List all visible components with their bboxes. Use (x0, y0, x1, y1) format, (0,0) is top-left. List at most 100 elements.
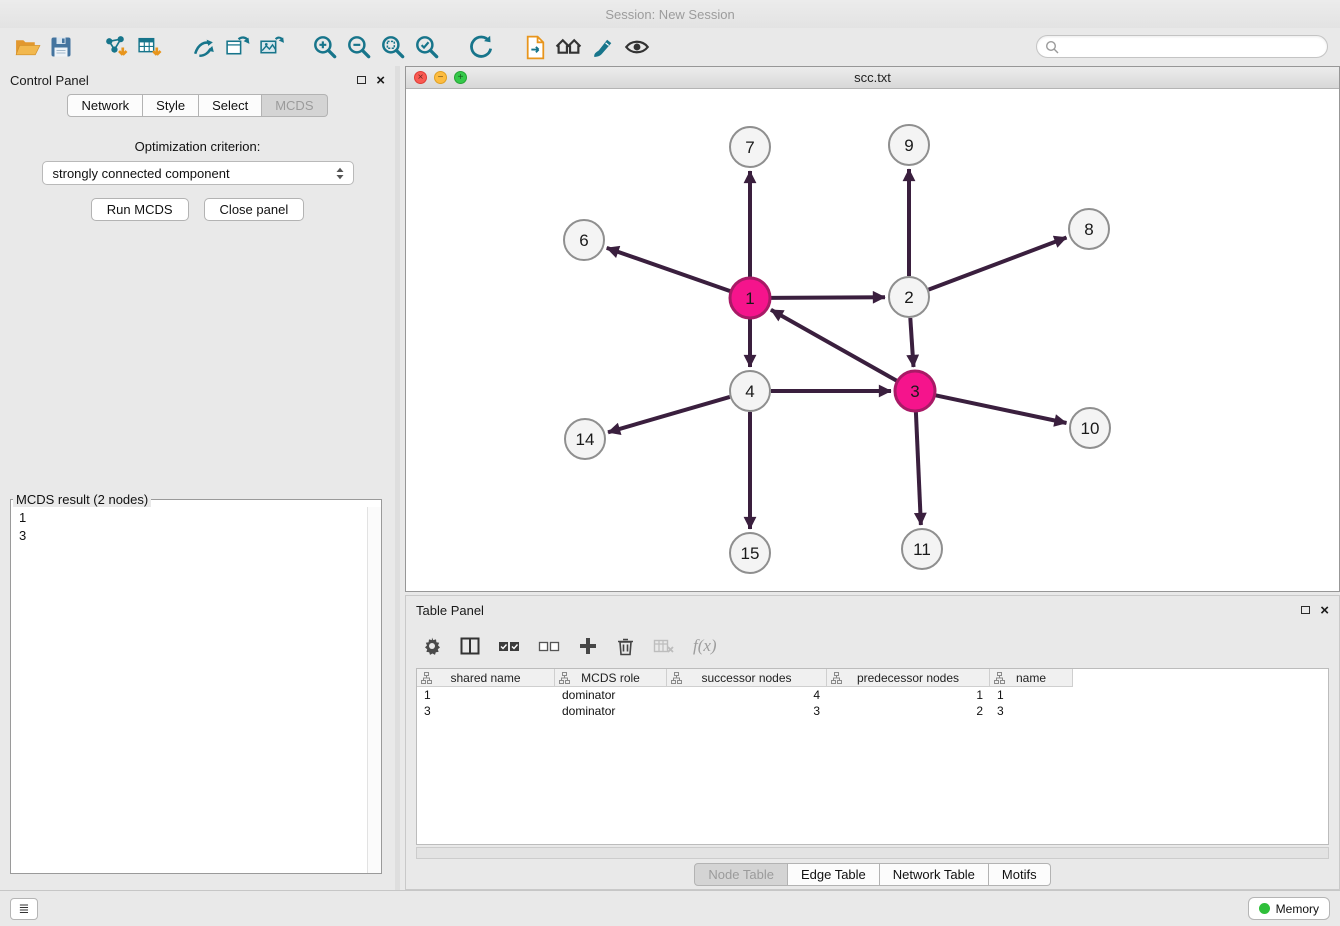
close-window-button[interactable]: × (414, 71, 427, 84)
table-tab-motifs[interactable]: Motifs (989, 863, 1051, 886)
network-edge-2-3[interactable] (910, 318, 913, 367)
table-cell[interactable]: 1 (990, 687, 1073, 703)
network-edge-3-1[interactable] (771, 310, 897, 381)
svg-text:4: 4 (745, 382, 754, 401)
eye-icon[interactable] (620, 32, 654, 62)
import-table-from-file-icon[interactable] (132, 32, 166, 62)
table-header-row: shared nameMCDS rolesuccessor nodesprede… (417, 669, 1328, 687)
open-file-icon[interactable] (10, 32, 44, 62)
network-node-9[interactable]: 9 (889, 125, 929, 165)
table-tab-network-table[interactable]: Network Table (880, 863, 989, 886)
function-builder-icon[interactable]: f(x) (693, 633, 717, 659)
table-cell[interactable]: 3 (417, 703, 555, 719)
control-tab-select[interactable]: Select (199, 94, 262, 117)
table-cell[interactable]: 3 (990, 703, 1073, 719)
control-tab-style[interactable]: Style (143, 94, 199, 117)
svg-text:11: 11 (913, 540, 931, 559)
column-header-name[interactable]: name (990, 669, 1073, 687)
search-input[interactable] (1063, 39, 1319, 54)
delete-table-icon[interactable] (653, 633, 675, 659)
add-column-icon[interactable] (578, 633, 598, 659)
task-list-icon[interactable]: ≣ (10, 898, 38, 920)
table-cell[interactable]: 1 (827, 687, 990, 703)
first-neighbors-icon[interactable] (552, 32, 586, 62)
network-node-15[interactable]: 15 (730, 533, 770, 573)
table-cell[interactable]: 1 (417, 687, 555, 703)
control-panel: Control Panel × NetworkStyleSelectMCDS O… (0, 66, 400, 890)
result-scrollbar[interactable] (367, 507, 381, 873)
minimize-window-button[interactable]: − (434, 71, 447, 84)
network-edge-1-6[interactable] (607, 248, 731, 291)
deselect-all-icon[interactable] (538, 633, 560, 659)
network-edge-2-8[interactable] (929, 238, 1067, 290)
network-window-title: scc.txt (854, 70, 891, 85)
close-table-panel-icon[interactable]: × (1320, 603, 1329, 618)
table-tabs: Node TableEdge TableNetwork TableMotifs (406, 859, 1339, 889)
network-node-4[interactable]: 4 (730, 371, 770, 411)
table-cell[interactable]: dominator (555, 703, 667, 719)
table-cell[interactable]: 3 (667, 703, 827, 719)
select-all-icon[interactable] (498, 633, 520, 659)
table-row[interactable]: 1dominator411 (417, 687, 1328, 703)
run-mcds-button[interactable]: Run MCDS (91, 198, 189, 221)
control-tab-mcds[interactable]: MCDS (262, 94, 327, 117)
network-graph[interactable]: 7 9 6 8 1 2 4 3 14 10 15 11 (406, 89, 1339, 591)
column-header-shared-name[interactable]: shared name (417, 669, 555, 687)
window-title: Session: New Session (605, 7, 734, 22)
zoom-selected-icon[interactable] (410, 32, 444, 62)
table-tab-edge-table[interactable]: Edge Table (788, 863, 880, 886)
network-edge-4-14[interactable] (608, 397, 730, 432)
control-panel-header: Control Panel × (0, 66, 395, 94)
network-node-1[interactable]: 1 (730, 278, 770, 318)
column-header-predecessor-nodes[interactable]: predecessor nodes (827, 669, 990, 687)
table-cell[interactable]: 4 (667, 687, 827, 703)
table-tab-node-table[interactable]: Node Table (694, 863, 788, 886)
table-cell[interactable]: 2 (827, 703, 990, 719)
network-node-7[interactable]: 7 (730, 127, 770, 167)
network-edge-1-2[interactable] (771, 297, 885, 298)
new-network-icon[interactable] (220, 32, 254, 62)
export-image-icon[interactable] (254, 32, 288, 62)
zoom-window-button[interactable]: + (454, 71, 467, 84)
zoom-fit-icon[interactable] (376, 32, 410, 62)
close-panel-icon[interactable]: × (376, 73, 385, 88)
refresh-layout-icon[interactable] (464, 32, 498, 62)
network-node-11[interactable]: 11 (902, 529, 942, 569)
apply-style-icon[interactable] (586, 32, 620, 62)
settings-gear-icon[interactable] (422, 633, 442, 659)
network-node-6[interactable]: 6 (564, 220, 604, 260)
network-share-icon[interactable] (186, 32, 220, 62)
float-panel-icon[interactable] (357, 76, 366, 84)
column-header-MCDS-role[interactable]: MCDS role (555, 669, 667, 687)
delete-selected-icon[interactable] (616, 633, 635, 659)
network-edge-3-10[interactable] (936, 395, 1067, 423)
network-node-2[interactable]: 2 (889, 277, 929, 317)
network-canvas[interactable]: 7 9 6 8 1 2 4 3 14 10 15 11 (406, 89, 1339, 591)
network-edge-3-11[interactable] (916, 412, 921, 525)
table-row[interactable]: 3dominator323 (417, 703, 1328, 719)
svg-text:6: 6 (579, 231, 588, 250)
copy-document-icon[interactable] (518, 32, 552, 62)
close-panel-button[interactable]: Close panel (204, 198, 305, 221)
import-network-from-file-icon[interactable] (98, 32, 132, 62)
zoom-out-icon[interactable] (342, 32, 376, 62)
memory-button[interactable]: Memory (1248, 897, 1330, 920)
search-box[interactable] (1036, 35, 1328, 58)
column-header-successor-nodes[interactable]: successor nodes (667, 669, 827, 687)
network-node-8[interactable]: 8 (1069, 209, 1109, 249)
network-node-10[interactable]: 10 (1070, 408, 1110, 448)
float-table-panel-icon[interactable] (1301, 606, 1310, 614)
network-node-14[interactable]: 14 (565, 419, 605, 459)
zoom-in-icon[interactable] (308, 32, 342, 62)
column-layout-icon[interactable] (460, 633, 480, 659)
control-tab-network[interactable]: Network (67, 94, 143, 117)
app-window: Session: New Session (0, 0, 1340, 926)
table-cell[interactable]: dominator (555, 687, 667, 703)
svg-text:14: 14 (576, 430, 595, 449)
optimization-dropdown[interactable]: strongly connected component (42, 161, 354, 185)
table-horizontal-scrollbar[interactable] (416, 847, 1329, 859)
svg-text:2: 2 (904, 288, 913, 307)
network-node-3[interactable]: 3 (895, 371, 935, 411)
save-session-icon[interactable] (44, 32, 78, 62)
svg-text:10: 10 (1081, 419, 1100, 438)
